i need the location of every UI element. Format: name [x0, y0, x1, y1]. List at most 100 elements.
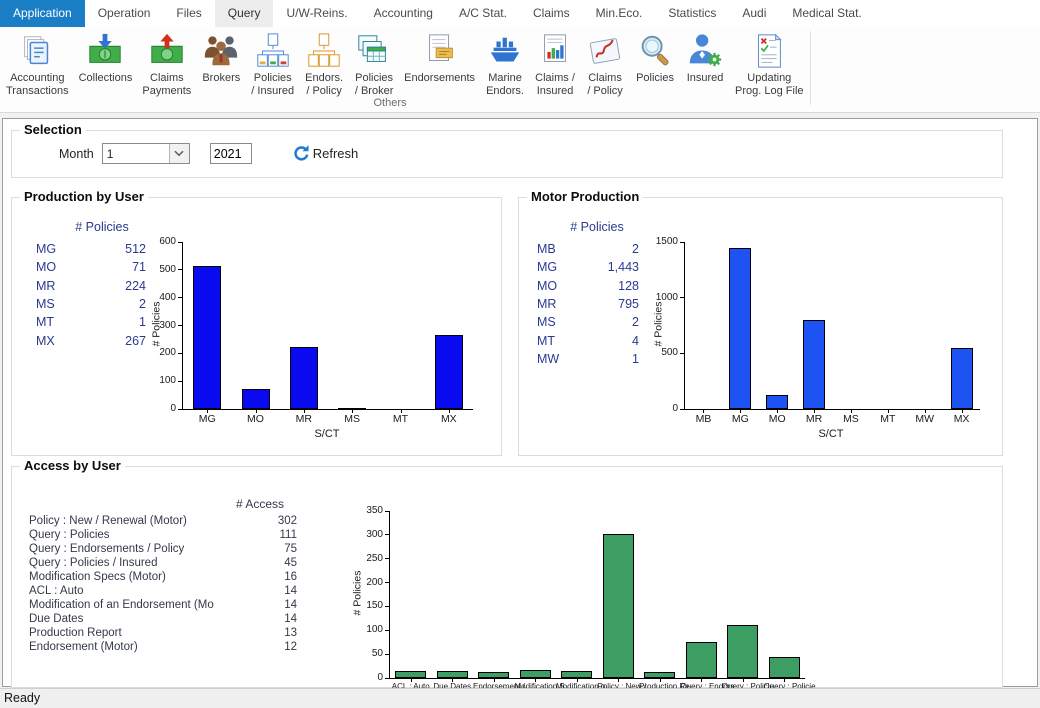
y-tick-label: 350: [347, 505, 383, 516]
y-tick-label: 200: [140, 347, 176, 358]
ribbon-item-label: Claims Payments: [142, 72, 191, 98]
y-tick: [178, 242, 183, 243]
bar-mo: [242, 389, 270, 409]
claims-insured-icon: [535, 31, 575, 71]
bar-mx: [951, 348, 973, 409]
y-tick: [680, 409, 685, 410]
tab-statistics[interactable]: Statistics: [655, 0, 729, 27]
bar-acl-auto: [395, 671, 426, 678]
month-label: Month: [59, 147, 94, 161]
ribbon-item-accounting-transactions[interactable]: Accounting Transactions: [1, 29, 74, 100]
x-tick-label: MW: [906, 413, 943, 425]
collections-icon: [85, 31, 125, 71]
status-text: Ready: [4, 691, 40, 705]
ribbon-item-endorsements[interactable]: Endorsements: [399, 29, 480, 87]
tab-min-eco[interactable]: Min.Eco.: [583, 0, 656, 27]
x-tick-label: MX: [943, 413, 980, 425]
tab-accounting[interactable]: Accounting: [361, 0, 446, 27]
plot-area: 050100150200250300350ACL : AutoDue Dates…: [389, 511, 805, 679]
ribbon-item-claims-policy[interactable]: Claims / Policy: [580, 29, 630, 100]
motor-chart: # Policies 050010001500MBMGMOMRMSMTMWMX …: [519, 198, 1002, 455]
x-axis-title: S/CT: [297, 428, 357, 440]
status-bar: Ready: [0, 688, 1040, 708]
y-tick: [385, 534, 390, 535]
y-tick: [385, 654, 390, 655]
year-input[interactable]: [210, 143, 252, 164]
tab-claims[interactable]: Claims: [520, 0, 583, 27]
bar-mo: [766, 395, 788, 409]
updating-log-icon: [749, 31, 789, 71]
ribbon-item-label: Policies / Broker: [355, 72, 394, 98]
marine-endorsements-icon: [485, 31, 525, 71]
ribbon-item-brokers[interactable]: Brokers: [196, 29, 246, 87]
selection-controls: Month 1 Refresh: [59, 143, 358, 164]
bar-policy-new: [603, 534, 634, 678]
endorsements-icon: [420, 31, 460, 71]
y-tick-label: 100: [140, 375, 176, 386]
access-chart: # Policies 050100150200250300350ACL : Au…: [12, 467, 1002, 687]
y-tick: [680, 297, 685, 298]
ribbon-item-collections[interactable]: Collections: [74, 29, 138, 87]
month-dropdown[interactable]: 1: [102, 143, 190, 164]
x-tick-label: MO: [759, 413, 796, 425]
y-tick: [178, 409, 183, 410]
y-tick-label: 50: [347, 648, 383, 659]
y-tick: [385, 678, 390, 679]
y-tick-label: 300: [347, 529, 383, 540]
policies-search-icon: [635, 31, 675, 71]
ribbon-item-policies-insured[interactable]: Policies / Insured: [246, 29, 299, 100]
ribbon-item-label: Insured: [687, 72, 724, 85]
y-tick: [385, 511, 390, 512]
tab-operation[interactable]: Operation: [85, 0, 164, 27]
ribbon-item-claims-payments[interactable]: Claims Payments: [137, 29, 196, 100]
bar-mr: [803, 320, 825, 409]
ribbon-item-label: Claims / Policy: [587, 72, 622, 98]
brokers-icon: [201, 31, 241, 71]
ribbon-item-endors-policy[interactable]: Endors. / Policy: [299, 29, 349, 100]
y-tick: [178, 297, 183, 298]
y-tick-label: 300: [140, 320, 176, 331]
ribbon-toolbar: Accounting TransactionsCollectionsClaims…: [0, 27, 1040, 113]
ribbon-divider: [810, 31, 811, 105]
bar-query-policie: [727, 625, 758, 678]
ribbon-item-label: Accounting Transactions: [6, 72, 69, 98]
ribbon-item-policies-broker[interactable]: Policies / Broker: [349, 29, 399, 100]
x-tick-label: MS: [833, 413, 870, 425]
claims-payments-icon: [147, 31, 187, 71]
selection-title: Selection: [20, 122, 86, 137]
ribbon-item-label: Policies / Insured: [251, 72, 294, 98]
ribbon-item-claims-insured[interactable]: Claims / Insured: [530, 29, 580, 100]
content-area: Selection Month 1 Refresh Production by …: [2, 118, 1038, 687]
y-tick: [178, 381, 183, 382]
ribbon-item-policies[interactable]: Policies: [630, 29, 680, 87]
y-tick-label: 1000: [642, 292, 678, 303]
tab-application[interactable]: Application: [0, 0, 85, 27]
ribbon-item-updating-prog-log-file[interactable]: Updating Prog. Log File: [730, 29, 808, 100]
refresh-icon: [292, 144, 311, 163]
x-tick-label: MG: [722, 413, 759, 425]
y-tick: [178, 269, 183, 270]
tab-medical-stat[interactable]: Medical Stat.: [779, 0, 874, 27]
y-tick-label: 500: [642, 347, 678, 358]
endorsements-policy-icon: [304, 31, 344, 71]
chevron-down-icon[interactable]: [169, 144, 189, 163]
tab-a-c-stat[interactable]: A/C Stat.: [446, 0, 520, 27]
production-chart: # Policies 0100200300400500600MGMOMRMSMT…: [12, 198, 501, 455]
tab-audi[interactable]: Audi: [729, 0, 779, 27]
bar-mg: [193, 266, 221, 409]
tab-files[interactable]: Files: [163, 0, 214, 27]
tab-u-w-reins[interactable]: U/W-Reins.: [273, 0, 360, 27]
ribbon-item-insured[interactable]: Insured: [680, 29, 730, 87]
bar-due-dates: [437, 671, 468, 678]
motor-production-panel: Motor Production # Policies MB2MG1,443MO…: [518, 197, 1003, 456]
refresh-button[interactable]: Refresh: [292, 144, 359, 163]
ribbon-item-marine-endors[interactable]: Marine Endors.: [480, 29, 530, 100]
tab-query[interactable]: Query: [215, 0, 274, 27]
ribbon-item-label: Endorsements: [404, 72, 475, 85]
ribbon-group-label: Others: [352, 97, 428, 109]
y-tick: [680, 242, 685, 243]
bar-modification-s: [520, 670, 551, 678]
y-tick-label: 500: [140, 264, 176, 275]
y-tick-label: 100: [347, 624, 383, 635]
x-tick-label: MT: [869, 413, 906, 425]
